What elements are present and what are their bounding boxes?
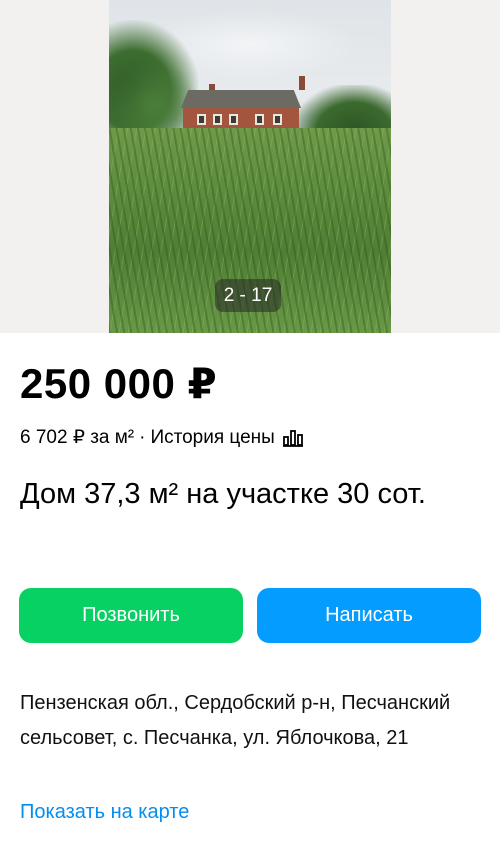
bar-chart-icon[interactable] <box>282 429 303 447</box>
show-on-map-link[interactable]: Показать на карте <box>20 797 189 827</box>
photo-window <box>255 114 264 125</box>
photo-window <box>213 114 222 125</box>
photo-window <box>229 114 238 125</box>
photo-counter: 2 - 17 <box>215 279 281 312</box>
price-details: 6 702 ₽ за м² · История цены <box>20 426 303 450</box>
photo-window <box>273 114 282 125</box>
photo-gallery[interactable]: 2 - 17 <box>0 0 500 333</box>
listing-title: Дом 37,3 м² на участке 30 сот. <box>20 478 426 510</box>
call-button[interactable]: Позвонить <box>19 588 243 643</box>
separator: · <box>139 427 146 448</box>
write-button[interactable]: Написать <box>257 588 481 643</box>
photo-chimney <box>299 76 305 90</box>
photo-roof <box>181 90 301 108</box>
price-history-link[interactable]: История цены <box>150 426 274 450</box>
price-per-m2: 6 702 ₽ за м² <box>20 427 135 448</box>
photo-window <box>197 114 206 125</box>
price: 250 000 ₽ <box>20 360 218 407</box>
address: Пензенская обл., Сердобский р-н, Песчанс… <box>20 692 451 749</box>
